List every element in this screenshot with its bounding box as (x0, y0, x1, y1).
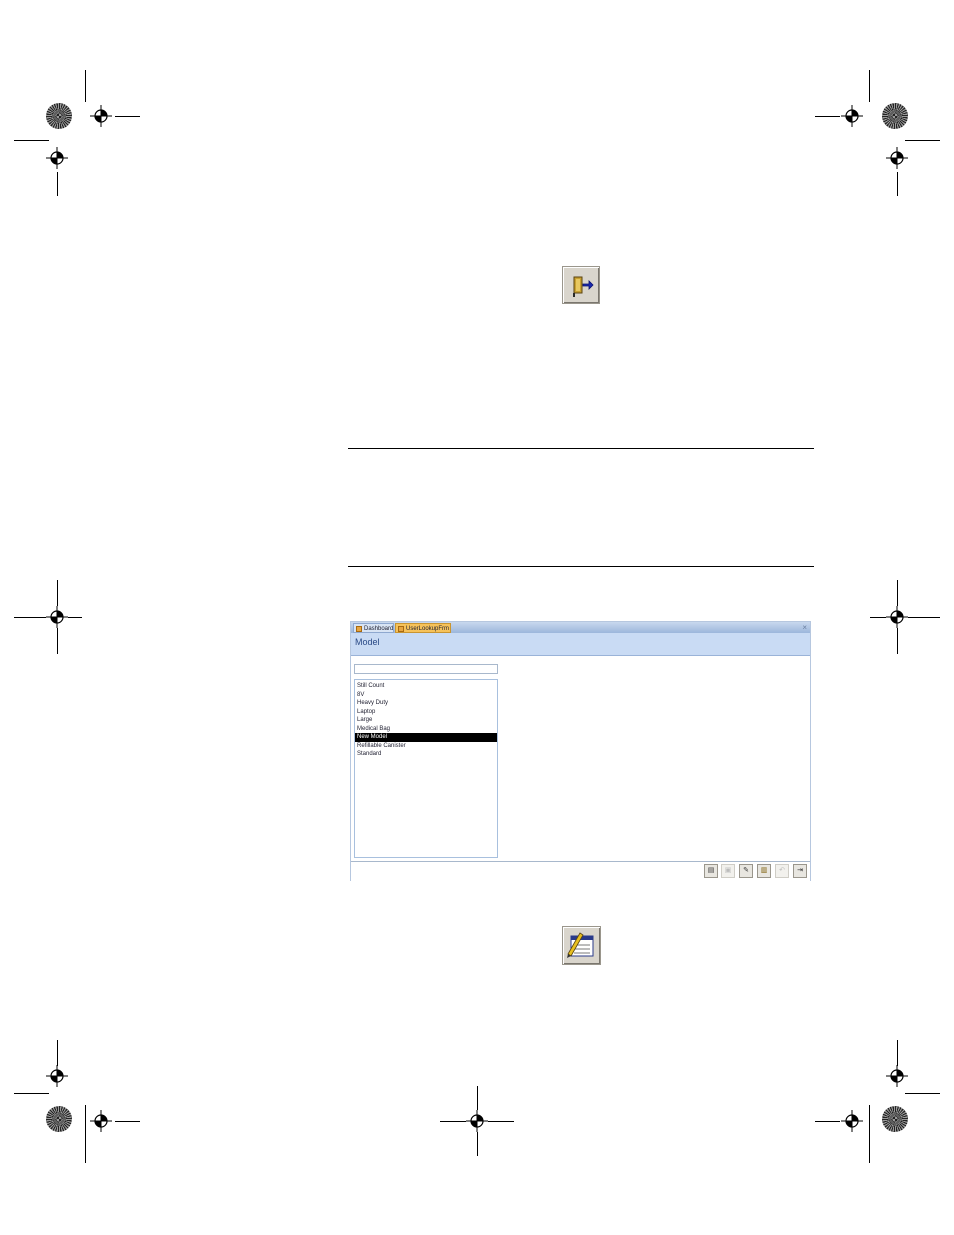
crop-line (870, 617, 886, 618)
registration-mark-icon (90, 105, 112, 127)
crop-line (477, 1132, 478, 1156)
close-icon[interactable]: × (802, 622, 807, 633)
crop-line (115, 1121, 140, 1122)
crop-line (57, 172, 58, 196)
crop-line (905, 1093, 940, 1094)
list-item[interactable]: Standard (355, 750, 497, 759)
edit-form-icon[interactable] (562, 926, 601, 965)
registration-mark-icon (841, 105, 863, 127)
registration-mark-icon (46, 1065, 68, 1087)
registration-mark-icon (841, 1110, 863, 1132)
delete-icon[interactable]: ▥ (757, 864, 771, 878)
crop-line (869, 70, 870, 102)
crop-line (869, 1105, 870, 1163)
crop-line (85, 1105, 86, 1163)
tab-label: UserLookupFrm (406, 626, 450, 632)
crop-line (57, 628, 58, 654)
form-header: Model (351, 633, 810, 656)
list-item[interactable]: Medical Bag (355, 725, 497, 734)
list-item[interactable]: New Model (355, 733, 497, 742)
crop-line (897, 172, 898, 196)
list-item[interactable]: Refillable Canister (355, 742, 497, 751)
tab-label: Dashboard (364, 626, 394, 632)
list-item[interactable]: Still Count (355, 682, 497, 691)
registration-mark-icon (46, 606, 68, 628)
crop-line (477, 1086, 478, 1110)
undo-icon[interactable]: ↶ (775, 864, 789, 878)
tab-user-lookup[interactable]: UserLookupFrm (395, 623, 451, 633)
crop-line (440, 1121, 466, 1122)
crop-line (488, 1121, 514, 1122)
starburst-target-icon (46, 103, 72, 129)
list-item[interactable]: 8V (355, 691, 497, 700)
crop-line (85, 70, 86, 102)
registration-mark-icon (46, 147, 68, 169)
top-rule (348, 448, 814, 449)
crop-line (908, 617, 940, 618)
tab-dashboard[interactable]: Dashboard (353, 623, 394, 633)
list-item[interactable]: Large (355, 716, 497, 725)
starburst-target-icon (46, 1106, 72, 1132)
registration-mark-icon (886, 147, 908, 169)
save-icon[interactable]: ▣ (721, 864, 735, 878)
crop-line (897, 1040, 898, 1066)
crop-line (115, 116, 140, 117)
new-record-icon[interactable]: ▤ (704, 864, 718, 878)
registration-mark-icon (466, 1110, 488, 1132)
crop-line (14, 1093, 49, 1094)
form-title: Model (355, 637, 380, 647)
list-item[interactable]: Heavy Duty (355, 699, 497, 708)
crop-line (905, 140, 940, 141)
registration-mark-icon (886, 1065, 908, 1087)
crop-line (815, 116, 840, 117)
edit-icon[interactable]: ✎ (739, 864, 753, 878)
search-input[interactable] (354, 664, 498, 674)
crop-line (815, 1121, 840, 1122)
starburst-target-icon (882, 1106, 908, 1132)
crop-line (68, 617, 82, 618)
registration-mark-icon (886, 606, 908, 628)
model-listbox[interactable]: Still Count 8V Heavy Duty Laptop Large Medica… (354, 679, 498, 858)
bottom-rule (348, 566, 814, 567)
crop-line (897, 580, 898, 606)
form-icon (398, 626, 404, 632)
registration-mark-icon (90, 1110, 112, 1132)
crop-line (14, 617, 46, 618)
list-item[interactable]: Laptop (355, 708, 497, 717)
exit-icon[interactable]: ⇥ (793, 864, 807, 878)
lookup-form-window: Dashboard UserLookupFrm × Model Still Co… (350, 621, 811, 881)
crop-line (897, 628, 898, 654)
exit-door-icon[interactable] (562, 266, 600, 304)
crop-line (14, 140, 49, 141)
starburst-target-icon (882, 103, 908, 129)
crop-line (57, 580, 58, 606)
crop-line (57, 1040, 58, 1066)
form-icon (356, 626, 362, 632)
